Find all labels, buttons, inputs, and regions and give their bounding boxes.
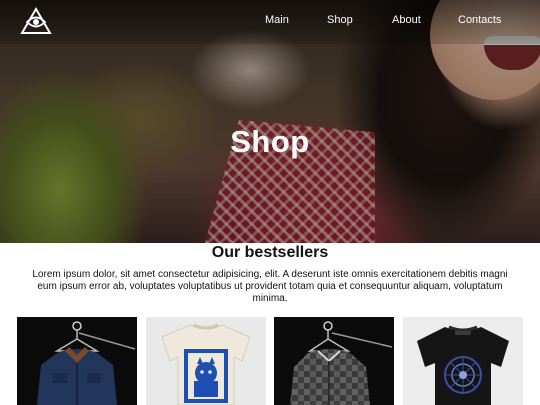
hero-title: Shop [230, 124, 310, 159]
cat-print-tshirt-image [146, 317, 266, 405]
bestsellers-description: Lorem ipsum dolor, sit amet consectetur … [32, 269, 508, 304]
black-graphic-tshirt-image [403, 317, 523, 405]
product-grid [17, 317, 523, 405]
nav-link-about[interactable]: About [392, 14, 421, 26]
top-navigation: Main Shop About Contacts [0, 0, 540, 44]
product-card-denim-jacket[interactable] [17, 317, 137, 405]
nav-link-shop[interactable]: Shop [327, 14, 353, 26]
product-card-black-graphic-tshirt[interactable] [403, 317, 523, 405]
nav-link-main[interactable]: Main [265, 14, 289, 26]
product-card-plaid-shirt[interactable] [274, 317, 394, 405]
eye-triangle-logo-icon[interactable] [20, 7, 52, 35]
nav-link-contacts[interactable]: Contacts [458, 14, 501, 26]
plaid-shirt-image [274, 317, 394, 405]
product-card-cat-print-tshirt[interactable] [146, 317, 266, 405]
denim-jacket-image [17, 317, 137, 405]
bestsellers-heading: Our bestsellers [211, 244, 329, 261]
